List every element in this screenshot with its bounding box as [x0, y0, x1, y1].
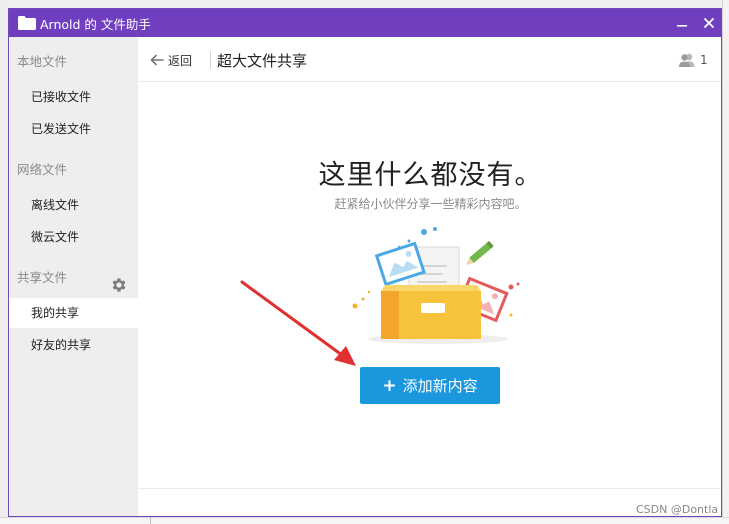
window-title: Arnold 的 文件助手 [40, 17, 151, 32]
sidebar: 本地文件 已接收文件 已发送文件 网络文件 离线文件 微云文件 共享文件 我的共… [9, 37, 138, 516]
top-bar: 返回 超大文件共享 1 [138, 37, 721, 82]
users-icon [679, 53, 695, 67]
red-arrow-annotation [240, 280, 356, 366]
arrow-left-icon [150, 54, 164, 66]
member-count[interactable]: 1 [678, 52, 708, 68]
folder-icon [18, 16, 36, 30]
sidebar-item-friends-share[interactable]: 好友的共享 [9, 330, 138, 360]
sidebar-item-my-share[interactable]: 我的共享 [9, 298, 138, 328]
page-title: 超大文件共享 [217, 52, 308, 70]
background-app-right [722, 0, 729, 524]
watermark: CSDN @Dontla [636, 503, 719, 516]
empty-box-illustration [352, 227, 520, 344]
background-divider [150, 517, 151, 524]
empty-state-subtitle: 赶紧给小伙伴分享一些精彩内容吧。 [334, 197, 527, 211]
back-button[interactable]: 返回 [150, 52, 192, 68]
add-content-label: 添加新内容 [402, 377, 478, 395]
sidebar-group-network[interactable]: 网络文件 [17, 159, 67, 178]
back-label: 返回 [168, 53, 193, 68]
empty-state-title: 这里什么都没有。 [318, 160, 543, 191]
sidebar-group-shared[interactable]: 共享文件 [17, 267, 67, 286]
sidebar-item-sent[interactable]: 已发送文件 [9, 114, 138, 144]
add-content-button[interactable]: + 添加新内容 [360, 367, 500, 404]
background-app-bottom [0, 517, 729, 524]
gear-icon[interactable] [110, 276, 128, 294]
file-assistant-window: Arnold 的 文件助手 本地文件 已接收文件 已发送文件 网络文件 离线文件… [8, 8, 722, 517]
main-panel: 返回 超大文件共享 1 这里什么都没有。 赶紧给小伙伴分享一些精彩内容吧。 + … [138, 37, 721, 516]
minimize-icon[interactable] [672, 13, 692, 33]
sidebar-group-local[interactable]: 本地文件 [17, 51, 67, 70]
background-app-left [0, 0, 8, 524]
sidebar-item-weiyun[interactable]: 微云文件 [9, 222, 138, 252]
plus-icon: + [382, 375, 397, 396]
title-bar[interactable]: Arnold 的 文件助手 [9, 9, 721, 37]
close-icon[interactable] [699, 13, 719, 33]
sidebar-item-offline[interactable]: 离线文件 [9, 190, 138, 220]
footer-divider [138, 488, 721, 489]
header-divider [210, 51, 211, 69]
background-app-top [0, 0, 729, 8]
sidebar-item-received[interactable]: 已接收文件 [9, 82, 138, 112]
member-count-value: 1 [700, 53, 708, 67]
